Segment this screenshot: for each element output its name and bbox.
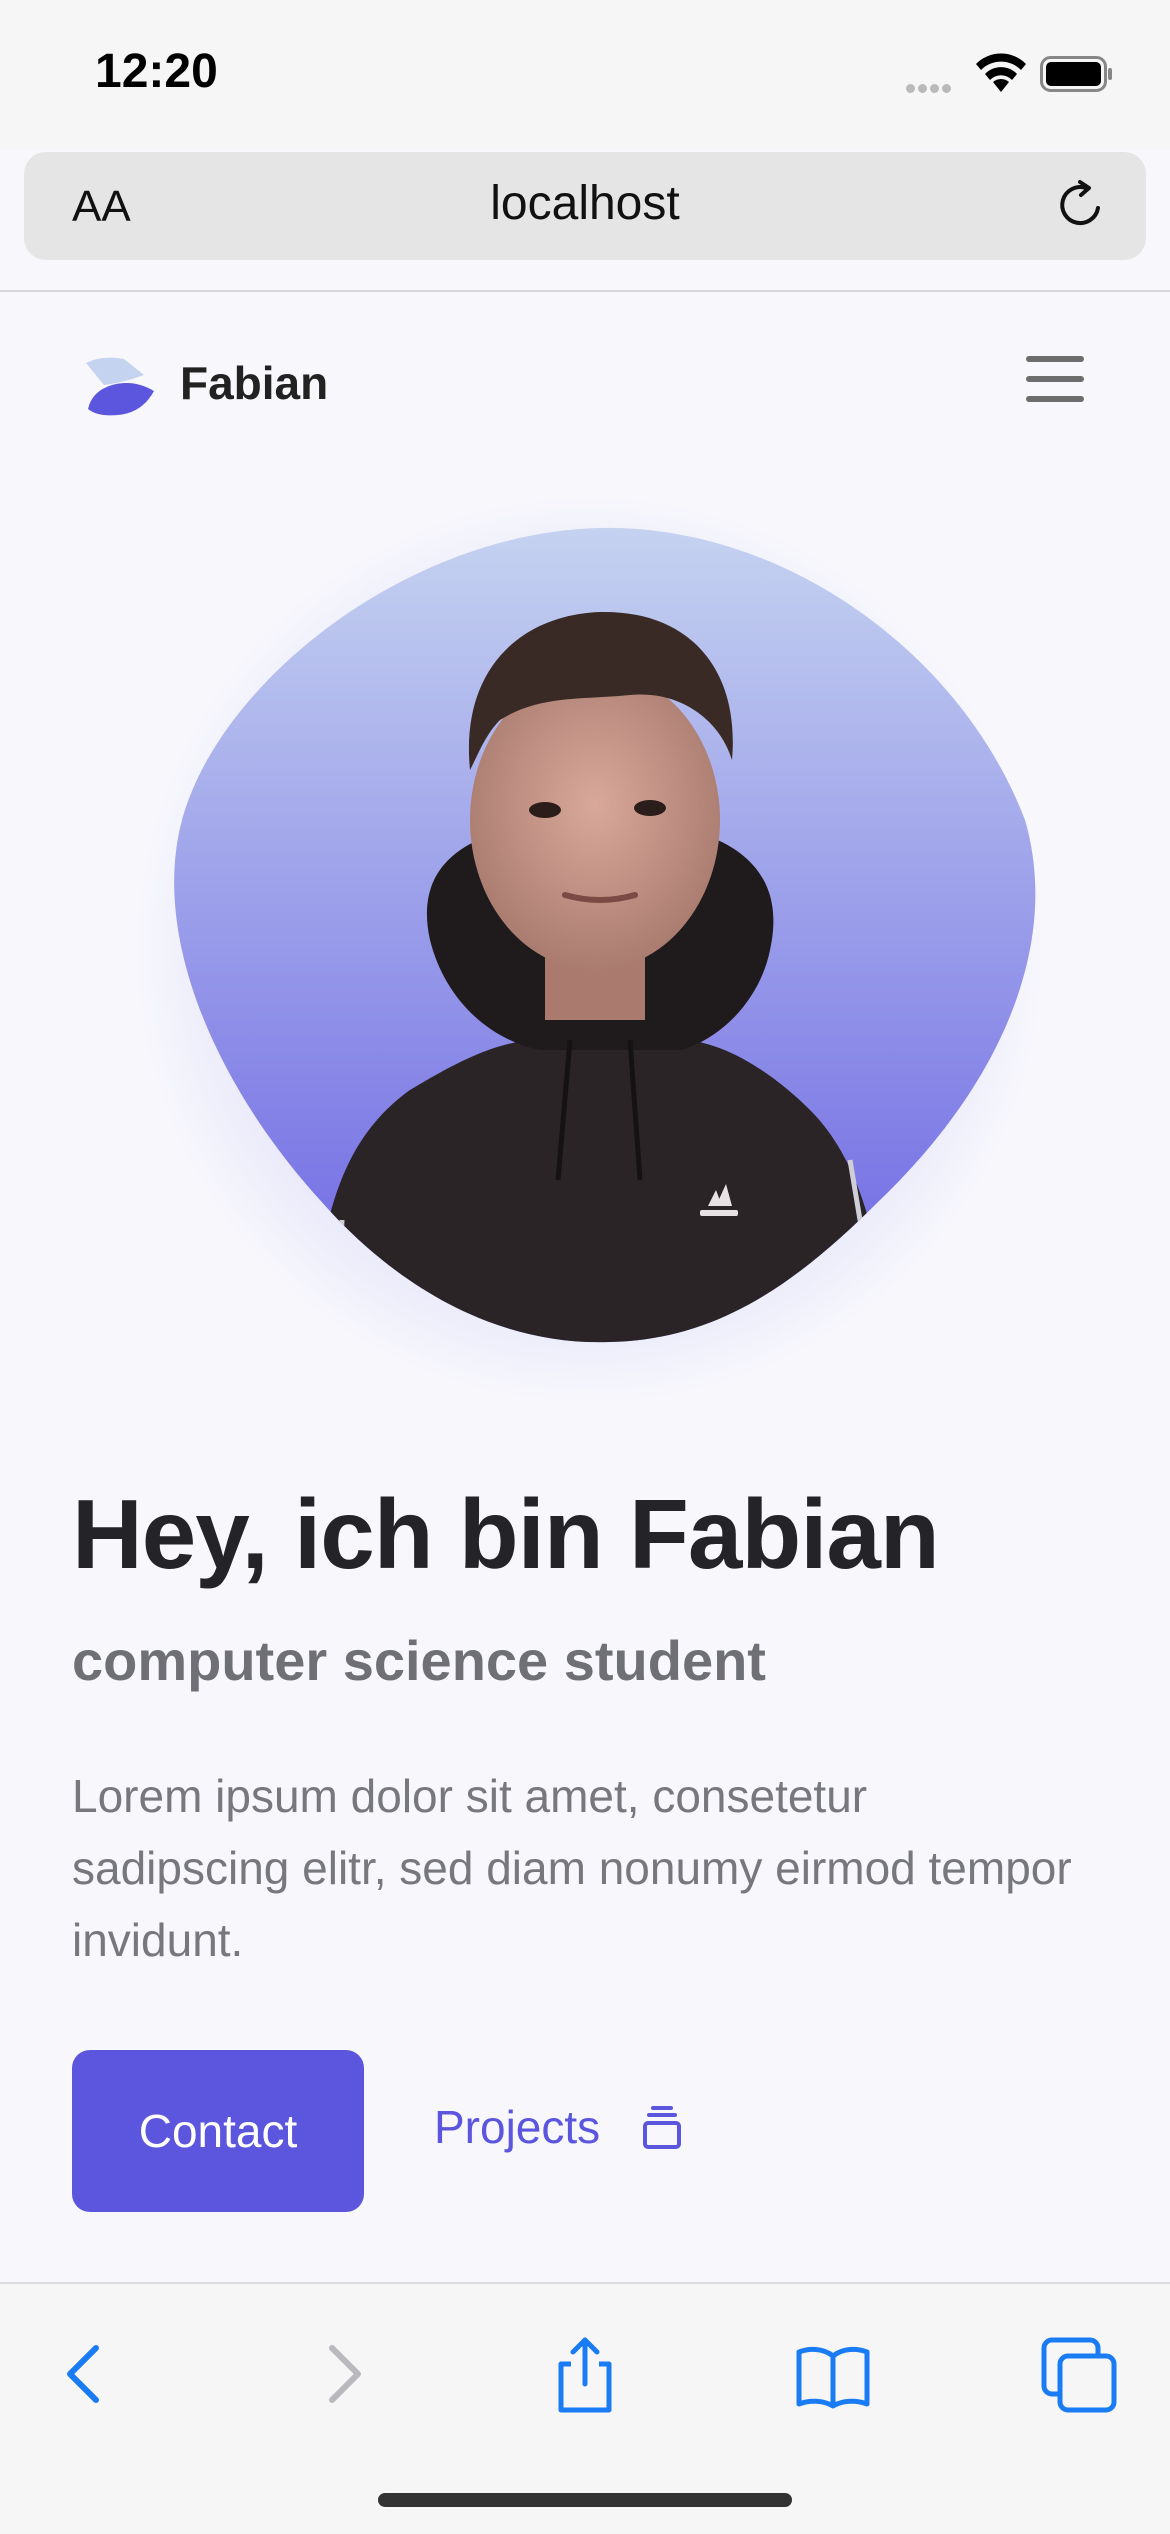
wifi-icon [976,53,1026,92]
tabs-icon[interactable] [1040,2334,1120,2414]
cellular-signal-icon [906,80,958,93]
brand-name[interactable]: Fabian [180,356,328,410]
contact-button[interactable]: Contact [72,2050,364,2212]
home-indicator [378,2493,792,2507]
hero-subtitle: computer science student [72,1629,766,1692]
brand-logo[interactable] [82,355,158,417]
stack-icon [642,2106,681,2149]
projects-link[interactable]: Projects [434,2100,683,2154]
share-icon[interactable] [545,2334,625,2414]
battery-icon [1040,56,1112,92]
hero-description: Lorem ipsum dolor sit amet, consetetur s… [72,1770,1072,1966]
browser-divider [0,290,1170,292]
hamburger-icon[interactable] [1026,356,1084,402]
url-field[interactable]: localhost [24,176,1146,231]
bookmarks-icon[interactable] [793,2334,873,2414]
projects-label: Projects [434,2101,601,2153]
address-bar[interactable]: AA localhost [24,152,1146,260]
forward-icon[interactable] [300,2334,380,2414]
hero-headline: Hey, ich bin Fabian [72,1479,940,1589]
reload-icon[interactable] [1054,178,1108,232]
profile-photo [174,527,1036,1343]
status-bar: 12:20 AA localhost [0,0,1170,260]
back-icon[interactable] [48,2334,128,2414]
status-time: 12:20 [95,45,218,98]
